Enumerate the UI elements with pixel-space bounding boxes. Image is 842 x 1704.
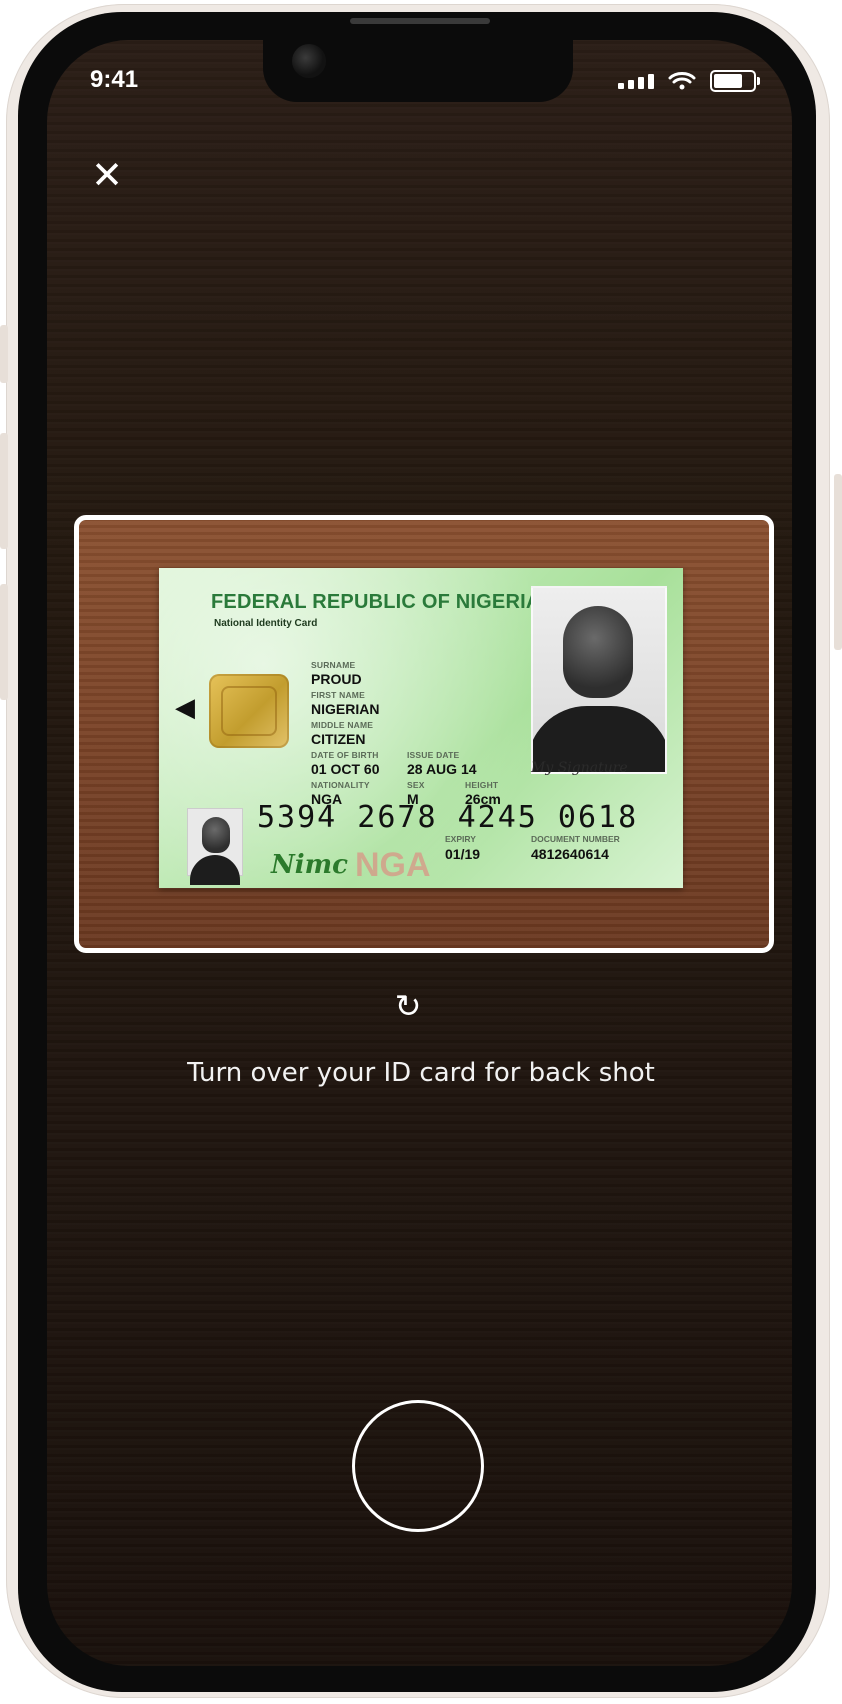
speaker bbox=[350, 18, 490, 24]
dob-label: DATE OF BIRTH bbox=[311, 750, 379, 760]
id-photo bbox=[531, 586, 667, 774]
volume-up-button bbox=[0, 433, 8, 549]
nationality-label: NATIONALITY bbox=[311, 780, 370, 790]
power-button bbox=[834, 474, 842, 650]
photo-head bbox=[563, 606, 633, 698]
small-photo-head bbox=[202, 817, 230, 853]
issue-date-label: ISSUE DATE bbox=[407, 750, 460, 760]
card-number: 5394 2678 4245 0618 bbox=[257, 800, 639, 835]
wifi-icon bbox=[668, 72, 696, 90]
battery-icon bbox=[710, 70, 760, 92]
cellular-signal-icon bbox=[618, 73, 654, 89]
status-time: 9:41 bbox=[90, 66, 139, 93]
expiry-value: 01/19 bbox=[445, 846, 481, 862]
dob-value: 01 OCT 60 bbox=[311, 761, 380, 777]
mute-switch bbox=[0, 325, 8, 383]
expiry-label: EXPIRY bbox=[445, 834, 476, 844]
left-arrow-icon: ◀ bbox=[175, 692, 195, 722]
small-photo-shoulders bbox=[190, 855, 240, 885]
status-icons bbox=[618, 70, 760, 92]
document-number-value: 4812640614 bbox=[531, 846, 609, 862]
surname-label: SURNAME bbox=[311, 660, 356, 670]
middle-name-value: CITIZEN bbox=[311, 731, 366, 747]
id-card-preview: FEDERAL REPUBLIC OF NIGERIA National Ide… bbox=[159, 568, 683, 888]
id-card-subtitle: National Identity Card bbox=[214, 618, 318, 629]
issue-date-value: 28 AUG 14 bbox=[407, 761, 477, 777]
first-name-label: FIRST NAME bbox=[311, 690, 365, 700]
sex-label: SEX bbox=[407, 780, 425, 790]
document-number-label: DOCUMENT NUMBER bbox=[531, 834, 620, 844]
front-camera bbox=[292, 44, 326, 78]
volume-down-button bbox=[0, 584, 8, 700]
chip-icon bbox=[209, 674, 289, 748]
shutter-button[interactable] bbox=[352, 1400, 484, 1532]
nimc-logo: Nimc bbox=[271, 850, 348, 880]
rotate-icon: ↻ bbox=[394, 987, 422, 1025]
close-button[interactable]: ✕ bbox=[90, 156, 124, 194]
signature: My Signature bbox=[531, 760, 628, 776]
close-icon: ✕ bbox=[91, 153, 123, 197]
middle-name-label: MIDDLE NAME bbox=[311, 720, 374, 730]
small-id-photo bbox=[187, 808, 243, 885]
surname-value: PROUD bbox=[311, 671, 362, 687]
height-label: HEIGHT bbox=[465, 780, 499, 790]
id-capture-frame: FEDERAL REPUBLIC OF NIGERIA National Ide… bbox=[74, 515, 774, 953]
id-card-title: FEDERAL REPUBLIC OF NIGERIA bbox=[211, 591, 541, 613]
nga-watermark: NGA bbox=[355, 846, 431, 884]
first-name-value: NIGERIAN bbox=[311, 701, 380, 717]
instruction-text: Turn over your ID card for back shot bbox=[187, 1058, 655, 1088]
